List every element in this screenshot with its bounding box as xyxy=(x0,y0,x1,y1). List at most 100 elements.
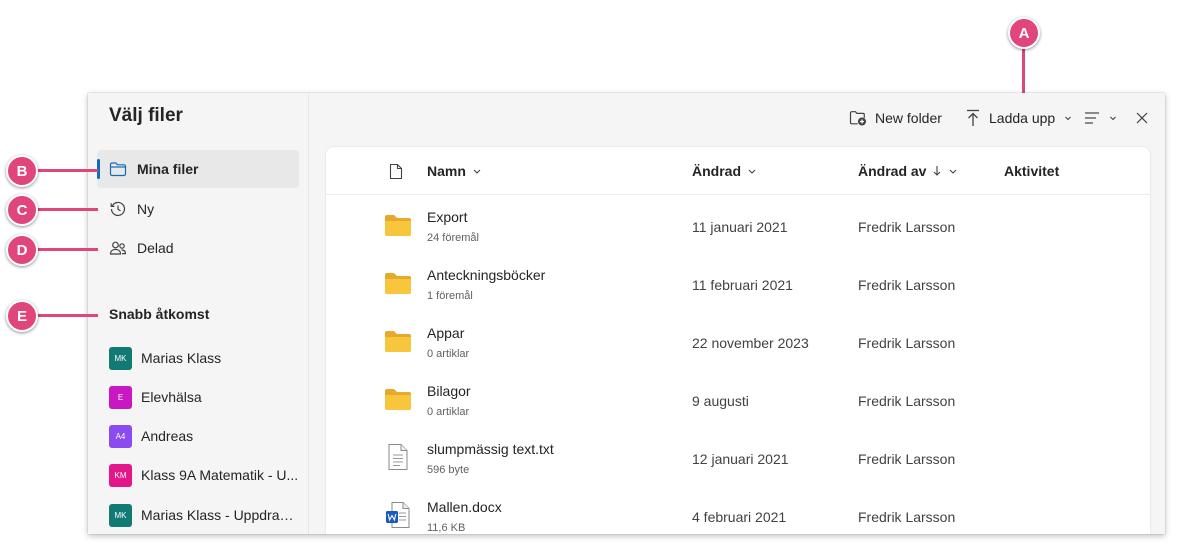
chevron-down-icon xyxy=(1065,116,1072,121)
callout-d: D xyxy=(6,234,38,266)
nav-item-my-files[interactable]: Mina filer xyxy=(97,150,299,188)
quick-access-item[interactable]: A4 Andreas xyxy=(109,423,299,449)
close-button[interactable] xyxy=(1135,107,1157,129)
file-picker-dialog: Välj filer Mina filer Ny Delad Snabb åtk… xyxy=(88,93,1165,534)
site-avatar: A4 xyxy=(109,424,132,448)
nav-item-shared[interactable]: Delad xyxy=(97,229,299,267)
chevron-down-icon xyxy=(950,169,957,174)
folder-icon xyxy=(385,331,411,352)
quick-access-label: Andreas xyxy=(141,428,194,444)
column-modified[interactable]: Ändrad xyxy=(692,163,757,179)
chevron-down-icon xyxy=(1110,116,1116,121)
file-modified-by: Fredrik Larsson xyxy=(858,335,956,351)
people-icon xyxy=(109,239,127,257)
text-file-icon xyxy=(388,444,408,470)
column-modified-by[interactable]: Ändrad av xyxy=(858,163,958,179)
file-modified: 11 januari 2021 xyxy=(692,219,788,235)
folder-icon xyxy=(385,273,411,294)
folder-icon xyxy=(109,160,127,178)
callout-b: B xyxy=(6,155,38,187)
upload-icon xyxy=(967,109,979,126)
file-modified: 4 februari 2021 xyxy=(692,509,787,525)
file-modified: 11 februari 2021 xyxy=(692,277,793,293)
file-modified-by: Fredrik Larsson xyxy=(858,219,956,235)
callout-b-line xyxy=(36,169,98,172)
folder-add-icon xyxy=(849,111,866,126)
callout-e-line xyxy=(36,314,98,317)
file-meta: 11,6 KB xyxy=(427,522,466,534)
site-avatar: MK xyxy=(109,503,132,527)
word-document-icon xyxy=(386,502,410,528)
file-row[interactable]: Export 24 föremål 11 januari 2021 Fredri… xyxy=(326,197,1150,255)
folder-icon xyxy=(385,389,411,410)
quick-access-label: Marias Klass xyxy=(141,350,222,366)
file-name: Bilagor xyxy=(427,383,471,399)
file-list-header: Namn Ändrad Ändrad av Aktivitet xyxy=(326,147,1150,195)
upload-label: Ladda upp xyxy=(989,110,1056,126)
file-meta: 0 artiklar xyxy=(427,348,470,360)
nav-item-recent[interactable]: Ny xyxy=(97,190,299,228)
file-name: Appar xyxy=(427,325,465,341)
file-type-icon[interactable] xyxy=(389,163,403,185)
file-list: Namn Ändrad Ändrad av Aktivitet Export 2… xyxy=(326,147,1150,534)
file-row[interactable]: Mallen.docx 11,6 KB 4 februari 2021 Fred… xyxy=(326,487,1150,534)
file-modified: 12 januari 2021 xyxy=(692,451,789,467)
quick-access-label: Marias Klass - Uppdrag ... xyxy=(141,507,299,523)
column-name-label: Namn xyxy=(427,163,466,179)
column-modified-by-label: Ändrad av xyxy=(858,163,927,179)
column-activity-label: Aktivitet xyxy=(1004,163,1060,179)
new-folder-button[interactable]: New folder xyxy=(849,107,942,129)
file-modified-by: Fredrik Larsson xyxy=(858,277,956,293)
file-name: Export xyxy=(427,209,468,225)
quick-access-item[interactable]: MK Marias Klass - Uppdrag ... xyxy=(109,502,299,528)
column-activity[interactable]: Aktivitet xyxy=(1004,163,1059,179)
quick-access-label: Klass 9A Matematik - U... xyxy=(141,467,299,483)
site-avatar: KM xyxy=(109,463,132,487)
callout-c-line xyxy=(36,208,98,211)
site-avatar: MK xyxy=(109,346,132,370)
nav-item-label: Delad xyxy=(137,240,174,256)
file-name: Mallen.docx xyxy=(427,499,502,515)
quick-access-title: Snabb åtkomst xyxy=(109,306,210,322)
file-meta: 24 föremål xyxy=(427,232,479,244)
file-row[interactable]: Bilagor 0 artiklar 9 augusti Fredrik Lar… xyxy=(326,371,1150,429)
chevron-down-icon xyxy=(748,169,756,174)
upload-button[interactable]: Ladda upp xyxy=(965,107,1073,129)
file-modified-by: Fredrik Larsson xyxy=(858,509,956,525)
list-view-icon xyxy=(1085,112,1099,124)
column-modified-label: Ändrad xyxy=(692,163,741,179)
file-modified-by: Fredrik Larsson xyxy=(858,393,956,409)
chevron-down-icon xyxy=(473,169,481,174)
new-folder-label: New folder xyxy=(875,110,942,126)
view-options-button[interactable] xyxy=(1084,107,1118,129)
sort-arrow-down-icon xyxy=(934,166,941,176)
history-icon xyxy=(109,200,127,218)
file-meta: 596 byte xyxy=(427,464,470,476)
close-icon xyxy=(1136,112,1148,124)
callout-c: C xyxy=(6,194,38,226)
file-name: slumpmässig text.txt xyxy=(427,441,554,457)
file-row[interactable]: Appar 0 artiklar 22 november 2023 Fredri… xyxy=(326,313,1150,371)
file-modified: 22 november 2023 xyxy=(692,335,809,351)
column-name[interactable]: Namn xyxy=(427,163,482,179)
quick-access-item[interactable]: MK Marias Klass xyxy=(109,345,299,371)
site-avatar: E xyxy=(109,385,132,409)
file-name: Anteckningsböcker xyxy=(427,267,546,283)
file-row[interactable]: slumpmässig text.txt 596 byte 12 januari… xyxy=(326,429,1150,487)
file-meta: 0 artiklar xyxy=(427,406,470,418)
nav-item-label: Mina filer xyxy=(137,161,199,177)
file-row[interactable]: Anteckningsböcker 1 föremål 11 februari … xyxy=(326,255,1150,313)
quick-access-item[interactable]: KM Klass 9A Matematik - U... xyxy=(109,462,299,488)
dialog-title: Välj filer xyxy=(109,105,183,126)
sidebar: Välj filer Mina filer Ny Delad Snabb åtk… xyxy=(88,93,309,534)
quick-access-label: Elevhälsa xyxy=(141,389,202,405)
file-modified: 9 augusti xyxy=(692,393,749,409)
nav-item-label: Ny xyxy=(137,201,155,217)
file-modified-by: Fredrik Larsson xyxy=(858,451,956,467)
callout-e: E xyxy=(6,300,38,332)
toolbar: New folder Ladda upp xyxy=(308,93,1165,143)
callout-d-line xyxy=(36,248,98,251)
quick-access-item[interactable]: E Elevhälsa xyxy=(109,384,299,410)
callout-a: A xyxy=(1008,17,1040,49)
folder-icon xyxy=(385,215,411,236)
